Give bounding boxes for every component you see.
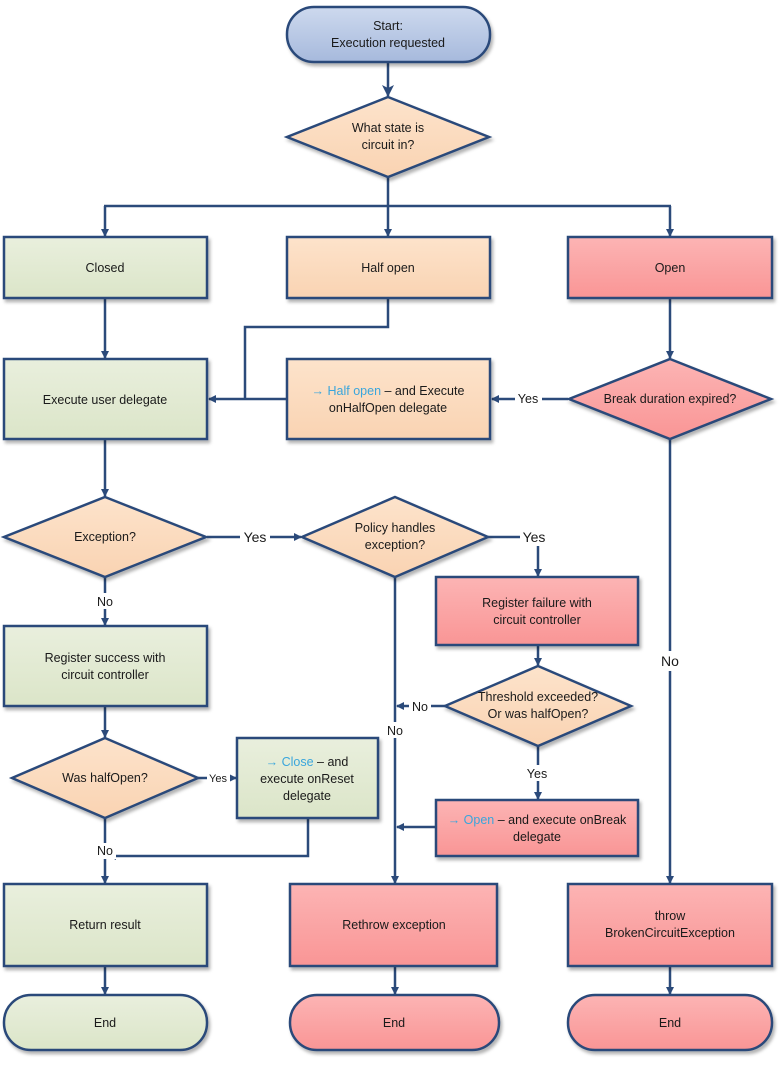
label-policy-yes: Yes [523,529,546,545]
svg-text:Or was halfOpen?: Or was halfOpen? [488,707,589,721]
svg-text:Start:: Start: [373,19,403,33]
label-break-yes: Yes [518,392,538,406]
decision-policy-handles: Policy handles exception? [298,495,492,579]
svg-text:Exception?: Exception? [74,530,136,544]
node-half-open: Half open [285,235,492,300]
label-halfopen-yes: Yes [209,773,227,785]
svg-text:Register failure with: Register failure with [482,596,592,610]
node-end-right: End [566,993,774,1052]
svg-text:delegate: delegate [513,830,561,844]
decision-exception: Exception? [0,495,210,579]
svg-text:→ Open – and execute onBreak: → Open – and execute onBreak [448,813,627,827]
circuit-breaker-flowchart: Yes No Yes Yes No No No Yes Yes No Start… [0,5,775,1052]
svg-text:Open: Open [655,261,686,275]
decision-circuit-state: What state is circuit in? [283,95,493,179]
node-execute-user-delegate: Execute user delegate [2,357,209,441]
svg-text:Rethrow exception: Rethrow exception [342,918,446,932]
svg-text:Policy handles: Policy handles [355,521,436,535]
svg-text:circuit controller: circuit controller [493,613,581,627]
svg-text:circuit in?: circuit in? [362,138,415,152]
svg-text:BrokenCircuitException: BrokenCircuitException [605,926,735,940]
svg-text:Was halfOpen?: Was halfOpen? [62,771,148,785]
label-break-no: No [661,653,679,669]
svg-text:Execute user delegate: Execute user delegate [43,393,167,407]
svg-text:delegate: delegate [283,789,331,803]
label-policy-no: No [387,724,403,738]
node-start: Start: Execution requested [285,5,492,64]
label-threshold-yes: Yes [527,767,547,781]
node-open: Open [566,235,774,300]
svg-text:execute onReset: execute onReset [260,772,354,786]
svg-text:→ Half open – and Execute: → Half open – and Execute [312,384,465,398]
svg-text:circuit controller: circuit controller [61,668,149,682]
decision-was-half-open: Was halfOpen? [8,736,202,820]
svg-text:End: End [94,1016,116,1030]
node-end-left: End [2,993,209,1052]
svg-text:What state is: What state is [352,121,424,135]
svg-text:exception?: exception? [365,538,426,552]
label-exception-yes: Yes [244,529,267,545]
label-exception-no: No [97,595,113,609]
svg-text:Return result: Return result [69,918,141,932]
node-register-success: Register success with circuit controller [2,624,209,708]
node-open-break: → Open – and execute onBreak delegate [434,798,640,858]
label-halfopen-no: No [97,844,113,858]
node-throw-broken-circuit: throw BrokenCircuitException [566,882,774,968]
svg-text:throw: throw [655,909,687,923]
svg-text:Break duration expired?: Break duration expired? [604,392,737,406]
svg-text:Closed: Closed [86,261,125,275]
node-register-failure: Register failure with circuit controller [434,575,640,647]
svg-text:onHalfOpen delegate: onHalfOpen delegate [329,401,447,415]
svg-text:End: End [383,1016,405,1030]
svg-text:End: End [659,1016,681,1030]
node-rethrow: Rethrow exception [288,882,499,968]
node-closed: Closed [2,235,209,300]
decision-break-duration: Break duration expired? [565,357,775,441]
decision-threshold: Threshold exceeded? Or was halfOpen? [441,664,635,748]
svg-text:→ Close – and: → Close – and [266,755,349,769]
node-return-result: Return result [2,882,209,968]
svg-text:Register success with: Register success with [45,651,166,665]
label-threshold-no: No [412,700,428,714]
node-close-reset: → Close – and execute onReset delegate [235,736,380,820]
edge-close-to-return [108,818,310,860]
node-end-middle: End [288,993,501,1052]
node-half-open-execute: → Half open – and Execute onHalfOpen del… [285,357,492,441]
svg-text:Half open: Half open [361,261,415,275]
svg-text:Threshold exceeded?: Threshold exceeded? [478,690,598,704]
svg-text:Execution requested: Execution requested [331,36,445,50]
